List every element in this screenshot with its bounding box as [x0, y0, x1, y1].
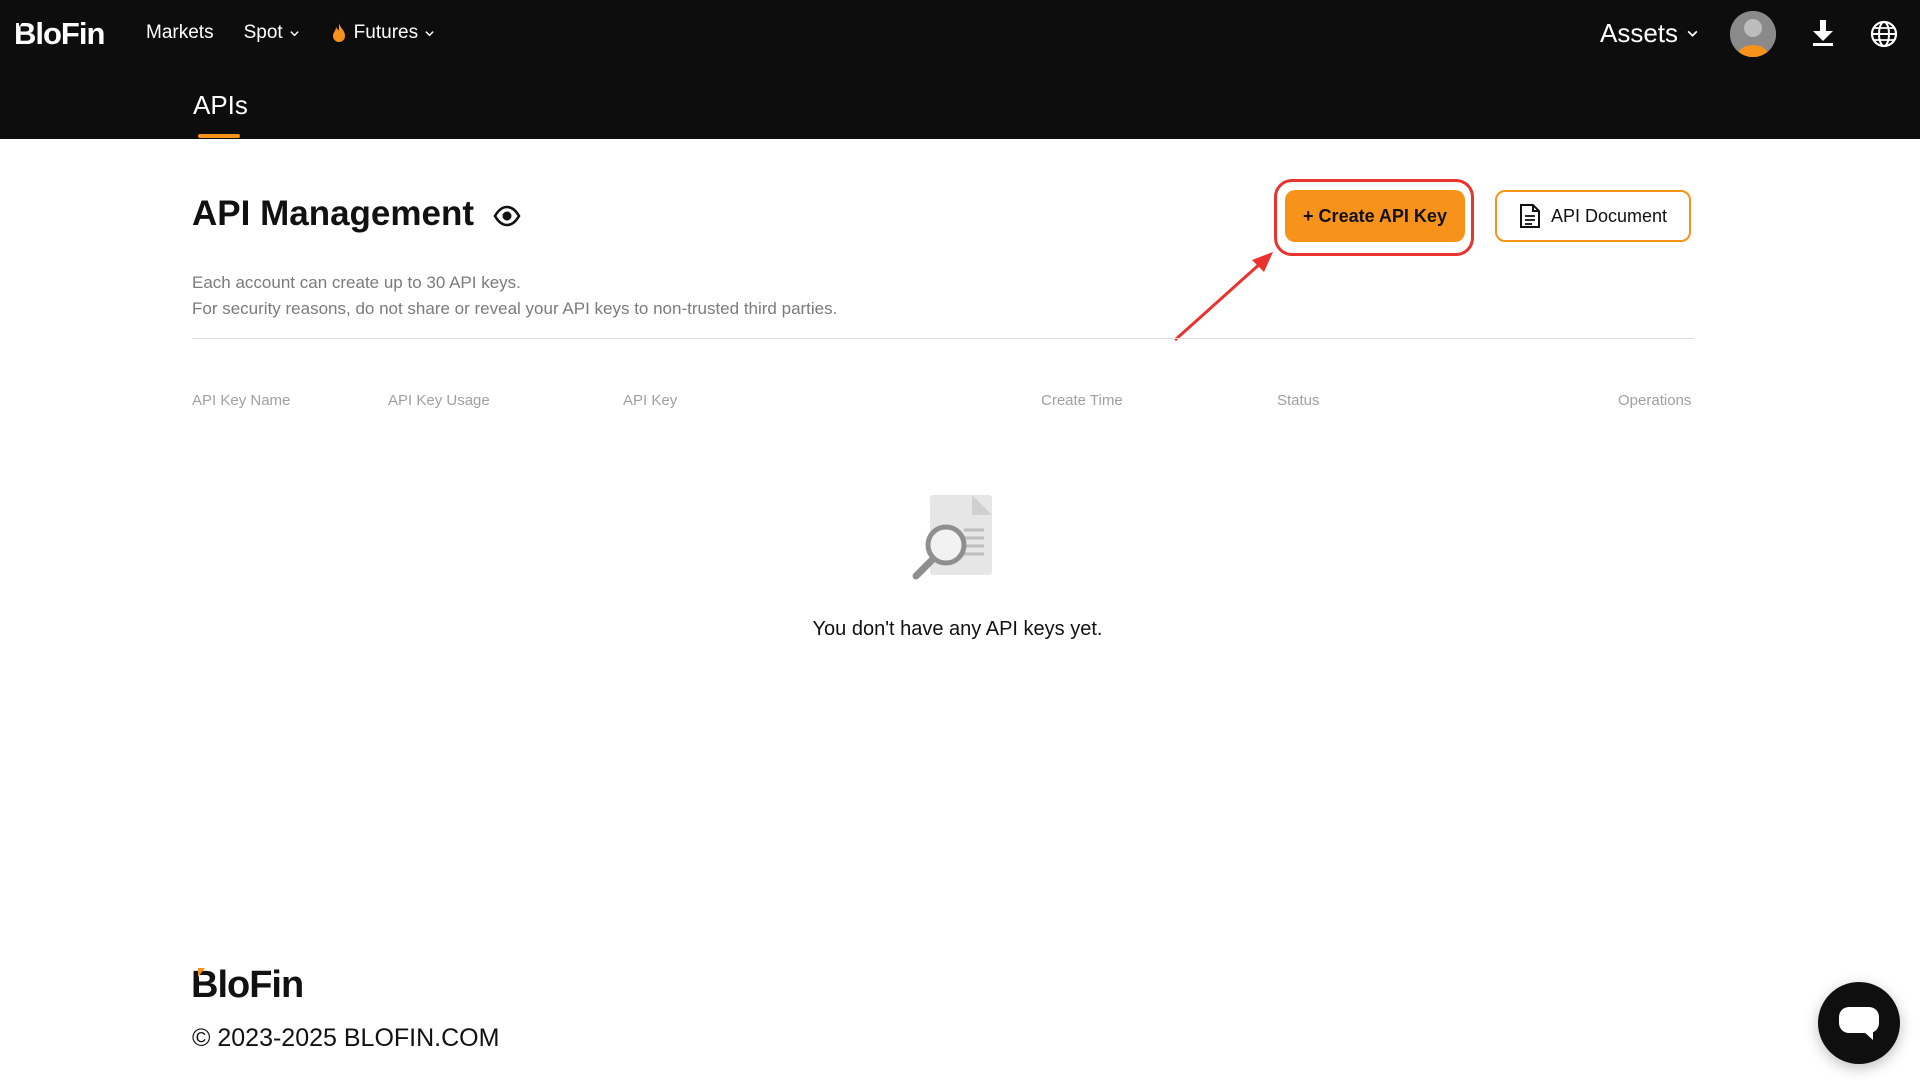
section-divider [192, 338, 1694, 339]
document-icon [1519, 204, 1540, 228]
main-nav: Markets Spot Futures [146, 0, 465, 66]
api-document-button[interactable]: API Document [1495, 190, 1691, 242]
page-title: API Management [192, 194, 474, 233]
api-description: Each account can create up to 30 API key… [192, 270, 837, 322]
chat-button[interactable] [1818, 982, 1900, 1064]
api-document-label: API Document [1550, 205, 1668, 226]
flame-icon [332, 23, 345, 42]
active-tab-indicator [198, 134, 240, 138]
description-line: For security reasons, do not share or re… [192, 299, 838, 318]
footer-blofin-logo[interactable]: BloFin [191, 963, 331, 1003]
chevron-down-icon [1687, 30, 1698, 37]
column-header: Create Time [1041, 392, 1123, 409]
nav-futures[interactable]: Futures [330, 22, 435, 44]
nav-spot[interactable]: Spot [244, 22, 300, 44]
assets-menu[interactable]: Assets [1600, 18, 1699, 49]
api-table-header: API Key Name API Key Usage API Key Creat… [0, 392, 1920, 416]
column-header: Status [1277, 392, 1320, 409]
copyright-text: © 2023-2025 BLOFIN.COM [192, 1024, 500, 1052]
top-navbar: BloFin Markets Spot Futures Assets APIs [0, 0, 1920, 139]
assets-label: Assets [1600, 18, 1679, 48]
nav-markets-label: Markets [146, 22, 214, 43]
tab-apis[interactable]: APIs [193, 90, 248, 121]
chevron-down-icon [425, 30, 434, 36]
empty-search-icon [912, 495, 992, 580]
chat-icon [1839, 1007, 1879, 1040]
avatar[interactable] [1730, 11, 1776, 57]
user-avatar-icon [1730, 11, 1776, 57]
svg-text:BloFin: BloFin [14, 16, 104, 50]
download-icon[interactable] [1810, 18, 1836, 48]
create-api-key-button[interactable]: + Create API Key [1285, 190, 1465, 242]
annotation-arrow [1173, 252, 1273, 342]
column-header: API Key Name [192, 392, 291, 409]
nav-spot-label: Spot [243, 22, 283, 43]
blofin-logo[interactable]: BloFin [14, 14, 119, 50]
description-line: Each account can create up to 30 API key… [192, 273, 521, 292]
nav-markets[interactable]: Markets [146, 22, 214, 44]
svg-text:BloFin: BloFin [191, 964, 303, 1003]
column-header: Operations [1618, 392, 1692, 409]
globe-icon[interactable] [1870, 20, 1898, 48]
eye-icon[interactable] [492, 201, 522, 231]
empty-state-message: You don't have any API keys yet. [812, 618, 1103, 640]
column-header: API Key [623, 392, 678, 409]
column-header: API Key Usage [388, 392, 490, 409]
chevron-down-icon [289, 30, 299, 36]
nav-futures-label: Futures [353, 22, 419, 43]
